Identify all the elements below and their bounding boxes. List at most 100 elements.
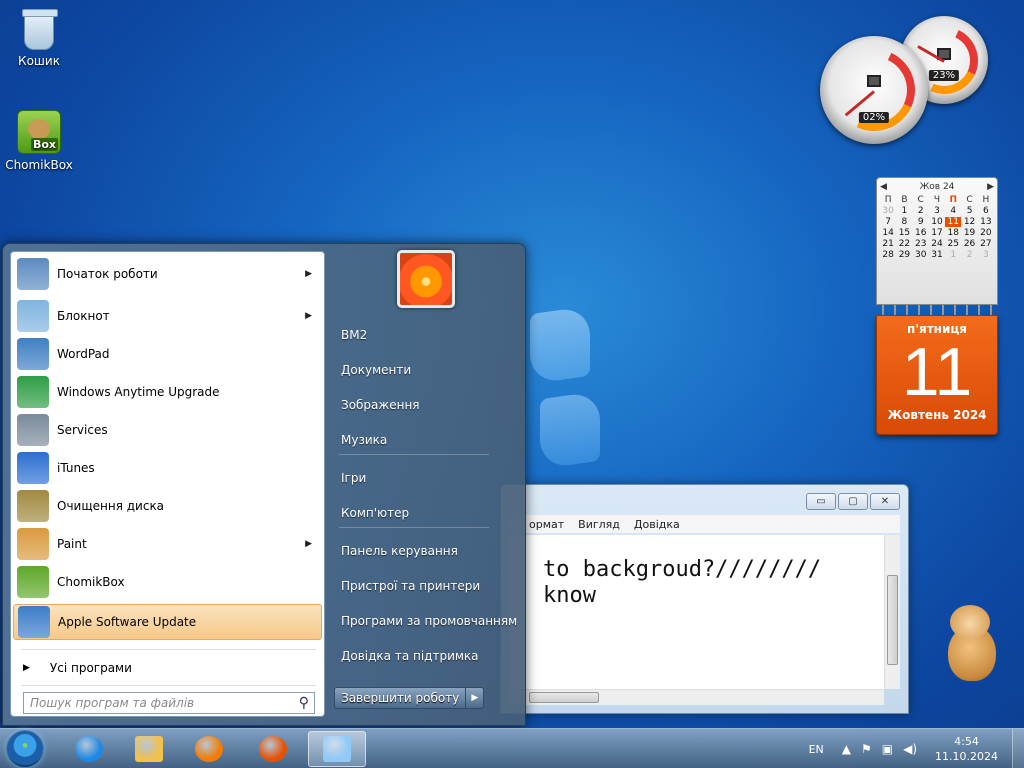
calendar-day[interactable]: 23 [913,239,929,249]
calendar-day[interactable]: 22 [896,239,912,249]
show-desktop-button[interactable] [1012,729,1024,768]
calendar-day[interactable]: 10 [929,217,945,227]
calendar-day[interactable]: 25 [945,239,961,249]
desktop-icon-chomikbox[interactable]: Box ChomikBox [0,110,78,172]
calendar-prev-icon[interactable]: ◀ [880,182,887,192]
places-item[interactable]: Комп'ютер [335,499,519,527]
start-item-wordpad[interactable]: WordPad [13,336,322,372]
calendar-day[interactable]: 30 [880,206,896,216]
start-item-services-gear[interactable]: Services [13,412,322,448]
calendar-day[interactable]: 14 [880,228,896,238]
places-item[interactable]: Панель керування [335,537,519,565]
paint-icon [17,528,49,560]
calendar-day[interactable]: 31 [929,250,945,260]
calendar-day[interactable]: 2 [961,250,977,260]
menu-help[interactable]: Довідка [634,518,680,531]
start-item-notepad[interactable]: Блокнот ▶ [13,298,322,334]
calendar-day[interactable]: 3 [929,206,945,216]
places-item[interactable]: Програми за промовчанням [335,607,519,635]
calendar-weekday: С [966,195,973,205]
calendar-day[interactable]: 6 [978,206,994,216]
calendar-day[interactable]: 8 [896,217,912,227]
start-item-chomikbox[interactable]: ChomikBox [13,564,322,600]
calendar-day[interactable]: 1 [896,206,912,216]
minimize-button[interactable]: ▭ [806,493,836,510]
calendar-day[interactable]: 15 [896,228,912,238]
shutdown-button[interactable]: Завершити роботу [334,687,467,709]
search-icon[interactable]: ⚲ [299,695,309,711]
calendar-day[interactable]: 26 [961,239,977,249]
calendar-day[interactable]: 19 [961,228,977,238]
calendar-day[interactable]: 20 [978,228,994,238]
start-item-disk-cleanup[interactable]: Очищення диска [13,488,322,524]
all-programs-item[interactable]: ▶ Усі програми [19,656,132,680]
calendar-day[interactable]: 7 [880,217,896,227]
clock[interactable]: 4:54 11.10.2024 [935,734,998,764]
menu-format[interactable]: ормат [529,518,564,531]
calendar-day[interactable]: 9 [913,217,929,227]
search-input[interactable]: Пошук програм та файлів ⚲ [23,692,315,714]
explorer-folder-icon [135,736,163,762]
calendar-day[interactable]: 12 [961,217,977,227]
calendar-day[interactable]: 1 [945,250,961,260]
language-indicator[interactable]: EN [809,743,824,756]
calendar-weekday: Ч [933,195,941,205]
volume-icon[interactable]: ◀) [903,742,917,756]
start-item-apple-update[interactable]: Apple Software Update [13,604,322,640]
cpu-readout: 02% [858,112,890,123]
calendar-next-icon[interactable]: ▶ [987,182,994,192]
desktop-icon-recycle-bin[interactable]: Кошик [0,6,78,68]
calendar-day[interactable]: 28 [880,250,896,260]
taskbar-button-media-player[interactable] [180,731,238,767]
calendar-day[interactable]: 30 [913,250,929,260]
start-button[interactable] [6,730,44,768]
vertical-scrollbar[interactable] [884,535,900,689]
calendar-day[interactable]: 3 [978,250,994,260]
notepad-window[interactable]: ▭ ▢ ✕ ормат Вигляд Довідка to backgroud?… [500,484,909,714]
user-avatar[interactable] [397,250,455,308]
submenu-arrow-icon: ▶ [305,539,312,549]
places-item[interactable]: Зображення [335,391,519,419]
calendar-day[interactable]: 17 [929,228,945,238]
calendar-day[interactable]: 4 [945,206,961,216]
calendar-day[interactable]: 11 [945,217,962,227]
start-item-itunes[interactable]: iTunes [13,450,322,486]
action-center-flag-icon[interactable]: ⚑ [861,742,872,756]
start-item-windows-flag[interactable]: Windows Anytime Upgrade [13,374,322,410]
menu-view[interactable]: Вигляд [578,518,620,531]
network-icon[interactable]: ▣ [882,742,893,756]
places-item[interactable]: Ігри [335,464,519,492]
taskbar-button-notepad[interactable] [308,731,366,767]
places-item[interactable]: BM2 [335,321,519,349]
taskbar-button-firefox[interactable] [244,731,302,767]
start-item-getting-started[interactable]: Початок роботи ▶ [13,256,322,292]
calendar-day[interactable]: 13 [978,217,994,227]
maximize-button[interactable]: ▢ [838,493,868,510]
calendar-day[interactable]: 27 [978,239,994,249]
calendar-day[interactable]: 29 [896,250,912,260]
calendar-gadget[interactable]: ◀ Жов 24 ▶ П В С Ч П С Н 30 1 2 3 4 5 6 7 8 9 10 11 12 13 14 1… [876,177,998,435]
calendar-day[interactable]: 21 [880,239,896,249]
calendar-day[interactable]: 16 [913,228,929,238]
hamster-desktop-pet[interactable] [942,605,1002,683]
taskbar-button-internet-explorer[interactable] [60,731,118,767]
show-hidden-icons-icon[interactable]: ▲ [842,742,851,756]
places-item[interactable]: Пристрої та принтери [335,572,519,600]
calendar-day[interactable]: 18 [945,228,961,238]
calendar-day[interactable]: 5 [961,206,977,216]
taskbar-button-explorer-folder[interactable] [120,731,178,767]
places-separator [339,527,489,528]
clock-date: 11.10.2024 [935,750,998,763]
calendar-day[interactable]: 24 [929,239,945,249]
shutdown-options-button[interactable]: ▶ [466,687,485,709]
firefox-icon [259,736,287,762]
horizontal-scrollbar[interactable] [509,689,884,705]
places-item[interactable]: Музика [335,426,519,454]
notepad-text-area[interactable]: to backgroud?////////know [509,535,884,689]
calendar-day[interactable]: 2 [913,206,929,216]
start-item-paint[interactable]: Paint ▶ [13,526,322,562]
places-item[interactable]: Документи [335,356,519,384]
places-item[interactable]: Довідка та підтримка [335,642,519,670]
all-programs-label: Усі програми [49,661,132,675]
close-button[interactable]: ✕ [870,493,900,510]
